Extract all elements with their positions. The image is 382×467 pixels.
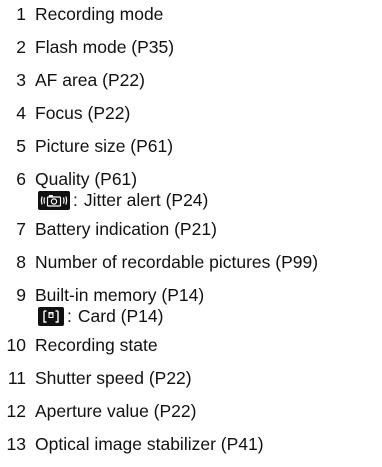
list-item: 3 AF area (P22) bbox=[0, 70, 382, 103]
list-item: 6 Quality (P61) : Jitter alert (P24) bbox=[0, 169, 382, 219]
list-item: 4 Focus (P22) bbox=[0, 103, 382, 136]
legend-list: 1 Recording mode 2 Flash mode (P35) 3 AF… bbox=[0, 4, 382, 467]
list-item: 8 Number of recordable pictures (P99) bbox=[0, 252, 382, 285]
list-item: 9 Built-in memory (P14) : Card (P14) bbox=[0, 285, 382, 335]
item-label: Recording state bbox=[35, 335, 158, 355]
sub-item-jitter-alert: : Jitter alert (P24) bbox=[38, 189, 208, 211]
list-item: 5 Picture size (P61) bbox=[0, 136, 382, 169]
item-label: Quality (P61) bbox=[35, 169, 138, 189]
card-icon bbox=[38, 306, 64, 326]
item-number: 8 bbox=[16, 252, 26, 272]
list-item: 12 Aperture value (P22) bbox=[0, 401, 382, 434]
item-number: 2 bbox=[16, 37, 26, 57]
item-number: 3 bbox=[16, 70, 26, 90]
list-item: 1 Recording mode bbox=[0, 4, 382, 37]
item-label: Shutter speed (P22) bbox=[35, 368, 192, 388]
sub-item-card: : Card (P14) bbox=[38, 305, 163, 327]
item-number: 7 bbox=[16, 219, 26, 239]
sub-colon: : bbox=[67, 306, 72, 326]
item-number: 10 bbox=[6, 335, 26, 355]
item-label: Built-in memory (P14) bbox=[35, 285, 205, 305]
item-label: Picture size (P61) bbox=[35, 136, 174, 156]
item-number: 1 bbox=[16, 4, 26, 24]
item-label: Number of recordable pictures (P99) bbox=[35, 252, 319, 272]
item-label: AF area (P22) bbox=[35, 70, 145, 90]
item-label: Recording mode bbox=[35, 4, 164, 24]
item-label: Battery indication (P21) bbox=[35, 219, 217, 239]
list-item: 11 Shutter speed (P22) bbox=[0, 368, 382, 401]
item-label: Flash mode (P35) bbox=[35, 37, 175, 57]
list-item: 7 Battery indication (P21) bbox=[0, 219, 382, 252]
item-number: 6 bbox=[16, 169, 26, 189]
item-number: 13 bbox=[6, 434, 26, 454]
list-item: 10 Recording state bbox=[0, 335, 382, 368]
item-number: 5 bbox=[16, 136, 26, 156]
sub-item-label: Card (P14) bbox=[77, 306, 164, 326]
item-number: 11 bbox=[7, 368, 26, 388]
item-number: 9 bbox=[16, 285, 26, 305]
item-label: Aperture value (P22) bbox=[35, 401, 197, 421]
jitter-alert-icon bbox=[38, 190, 70, 210]
item-label: Optical image stabilizer (P41) bbox=[35, 434, 264, 454]
sub-item-label: Jitter alert (P24) bbox=[83, 190, 209, 210]
item-number: 12 bbox=[6, 401, 26, 421]
list-item: 13 Optical image stabilizer (P41) bbox=[0, 434, 382, 467]
item-label: Focus (P22) bbox=[35, 103, 131, 123]
item-number: 4 bbox=[16, 103, 26, 123]
sub-colon: : bbox=[73, 190, 78, 210]
list-item: 2 Flash mode (P35) bbox=[0, 37, 382, 70]
